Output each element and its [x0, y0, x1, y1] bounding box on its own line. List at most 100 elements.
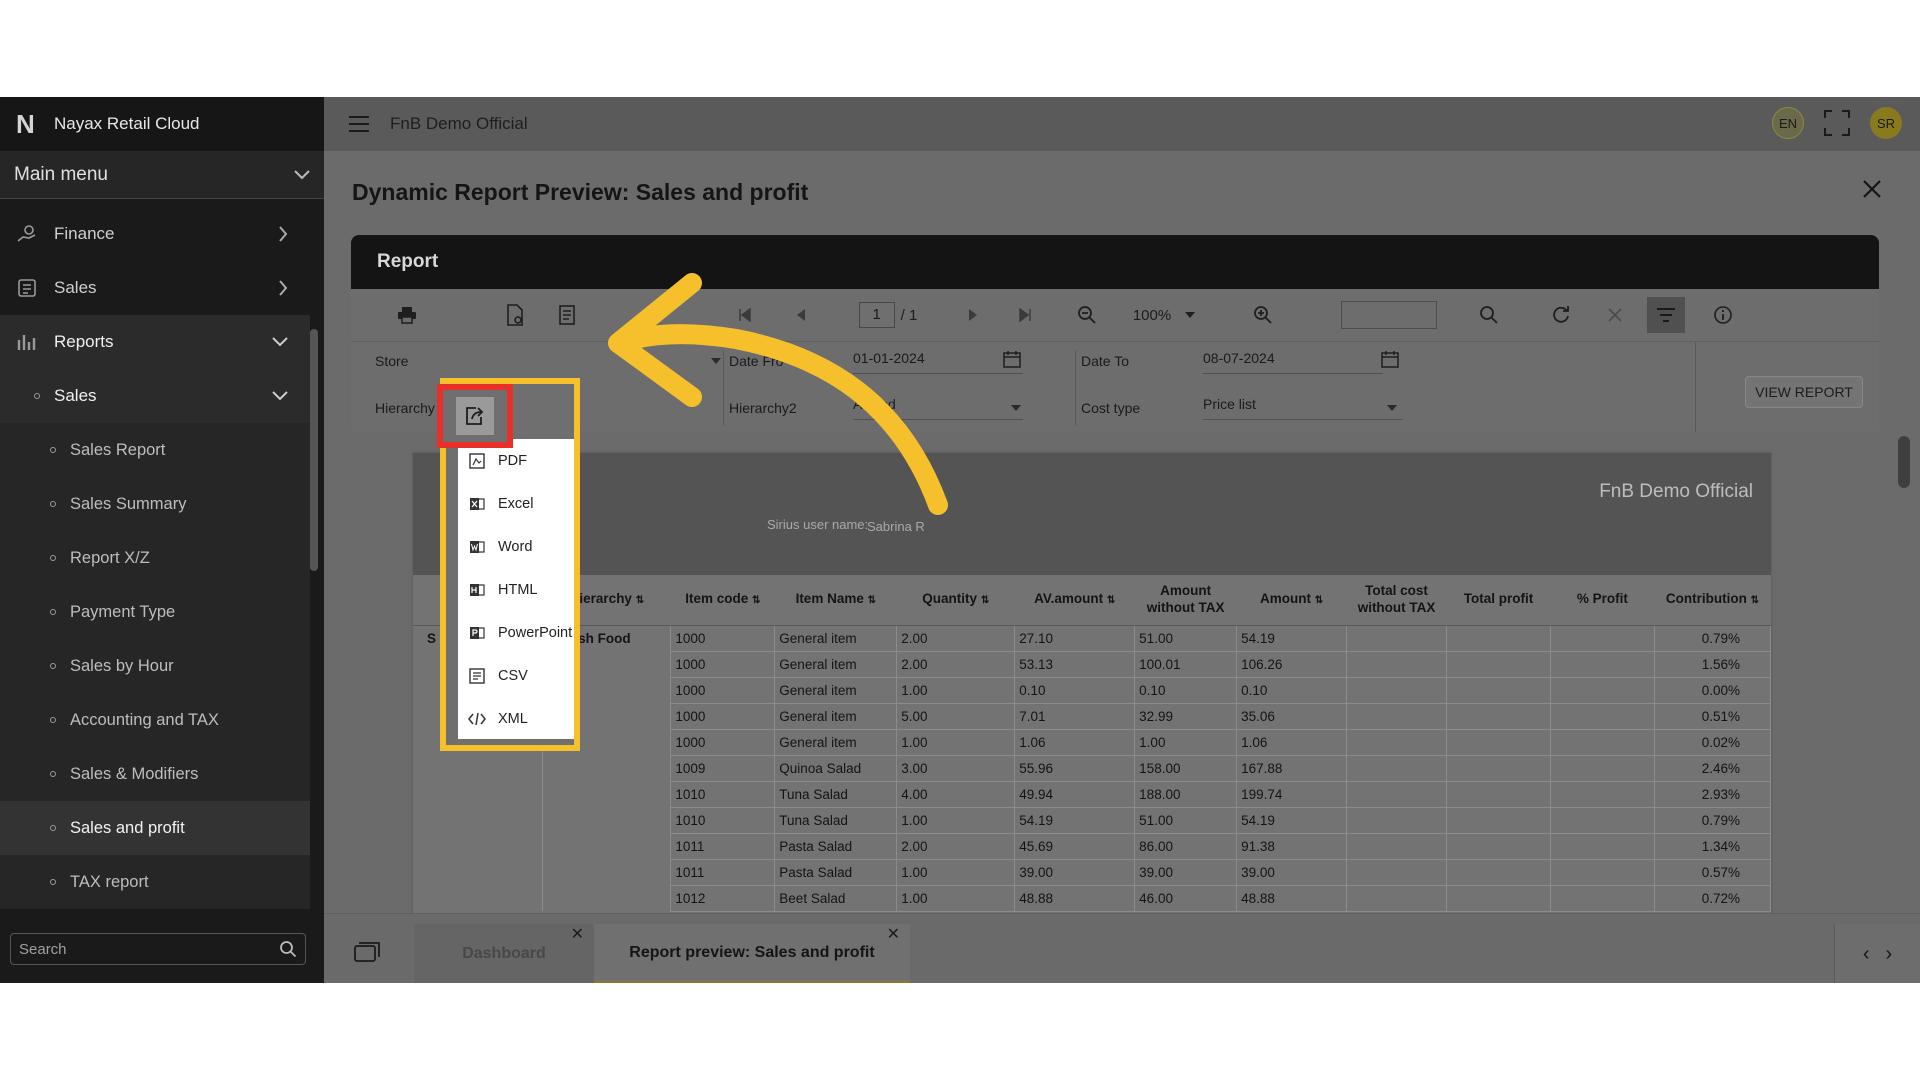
export-word[interactable]: Word — [458, 525, 574, 568]
calendar-icon[interactable] — [1381, 350, 1399, 368]
next-page-icon[interactable] — [959, 299, 987, 331]
cancel-icon[interactable] — [1601, 299, 1629, 331]
close-tab-icon[interactable]: ✕ — [571, 924, 584, 944]
report-toolbar: 1 / 1 100% — [351, 289, 1879, 341]
column-header[interactable]: Quantity ⇅ — [896, 575, 1015, 626]
table-cell: General item — [774, 625, 898, 652]
sidebar-item-finance[interactable]: Finance — [0, 207, 310, 261]
table-cell: 0.79% — [1654, 807, 1771, 834]
last-page-icon[interactable] — [1011, 299, 1039, 331]
date-from-field[interactable]: 01-01-2024 — [853, 350, 1023, 374]
filter-panel-icon[interactable] — [1647, 297, 1685, 333]
sidebar-leaf-accounting-and-tax[interactable]: Accounting and TAX — [0, 693, 310, 747]
sidebar-leaf-sales-modifiers[interactable]: Sales & Modifiers — [0, 747, 310, 801]
column-header[interactable]: Item code ⇅ — [670, 575, 775, 626]
word-icon — [468, 538, 486, 556]
table-cell — [413, 859, 544, 885]
tab-dashboard[interactable]: Dashboard ✕ — [414, 924, 594, 983]
windows-icon[interactable] — [354, 942, 380, 962]
sidebar-leaf-sales-report[interactable]: Sales Report — [0, 423, 310, 477]
column-header[interactable]: Contribution ⇅ — [1654, 575, 1771, 626]
fullscreen-icon[interactable] — [1824, 110, 1850, 136]
hamburger-menu-icon[interactable] — [348, 115, 370, 133]
bullet-icon — [50, 447, 56, 453]
table-cell — [413, 807, 544, 833]
find-icon[interactable] — [1475, 299, 1503, 331]
table-cell: General item — [774, 677, 898, 704]
cost-type-select[interactable]: Price list — [1203, 396, 1403, 420]
column-header[interactable]: Amount ⇅ — [1236, 575, 1347, 626]
table-cell: 2.46% — [1654, 755, 1771, 782]
sidebar-item-reports[interactable]: Reports — [0, 315, 310, 369]
zoom-in-icon[interactable] — [1249, 299, 1277, 331]
table-cell: 1.06 — [1236, 729, 1348, 756]
table-cell: 1009 — [670, 755, 776, 782]
column-header[interactable]: Amount without TAX — [1134, 575, 1237, 626]
user-name-label: Sirius user name: — [767, 517, 869, 532]
close-tab-icon[interactable]: ✕ — [887, 924, 900, 944]
export-xml[interactable]: XML — [458, 697, 574, 740]
table-cell: 0.10 — [1014, 677, 1136, 704]
export-button[interactable] — [437, 384, 513, 448]
zoom-out-icon[interactable] — [1073, 299, 1101, 331]
print-icon[interactable] — [391, 299, 423, 331]
zoom-select[interactable]: 100% — [1119, 299, 1209, 331]
sidebar-leaf-payment-type[interactable]: Payment Type — [0, 585, 310, 639]
date-to-field[interactable]: 08-07-2024 — [1203, 350, 1383, 374]
export-excel[interactable]: Excel — [458, 482, 574, 525]
export-powerpoint[interactable]: PowerPoint — [458, 611, 574, 654]
table-cell: General item — [774, 703, 898, 730]
sidebar-leaf-sales-by-hour[interactable]: Sales by Hour — [0, 639, 310, 693]
column-header[interactable]: % Profit — [1550, 575, 1655, 626]
main-menu-toggle[interactable]: Main menu — [0, 151, 324, 199]
page-number-input[interactable]: 1 — [858, 302, 895, 328]
column-header[interactable]: Total profit — [1446, 575, 1551, 626]
column-header[interactable]: AV.amount ⇅ — [1014, 575, 1135, 626]
calendar-icon[interactable] — [1003, 350, 1021, 368]
report-scrollbar[interactable] — [1898, 436, 1910, 488]
first-page-icon[interactable] — [731, 299, 759, 331]
document-settings-icon[interactable] — [499, 299, 531, 331]
export-menu-list: PDF Excel Word HTML PowerPoint CSV XML — [458, 439, 574, 739]
page-view-icon[interactable] — [551, 299, 583, 331]
chevron-left-icon[interactable]: ‹ — [1863, 943, 1870, 966]
close-icon[interactable] — [1862, 179, 1882, 199]
user-avatar[interactable]: SR — [1870, 107, 1902, 139]
table-cell — [1446, 859, 1551, 886]
tab-report-preview[interactable]: Report preview: Sales and profit ✕ — [594, 924, 910, 983]
search-icon[interactable] — [279, 940, 297, 958]
language-button[interactable]: EN — [1772, 107, 1804, 139]
sidebar-leaf-report-xz[interactable]: Report X/Z — [0, 531, 310, 585]
table-cell: Tuna Salad — [774, 807, 898, 834]
table-cell: 39.00 — [1134, 859, 1238, 886]
table-cell: Beet Salad — [774, 885, 898, 912]
table-cell — [1446, 651, 1551, 678]
sidebar-item-sales[interactable]: Sales — [0, 261, 310, 315]
report-page-header: FnB Demo Official Sirius user name: Sabr… — [413, 453, 1771, 575]
table-cell — [1550, 781, 1655, 808]
sidebar-scrollbar[interactable] — [310, 329, 318, 571]
sidebar-leaf-sales-and-profit[interactable]: Sales and profit — [0, 801, 310, 855]
table-cell: 1010 — [670, 781, 776, 808]
column-header[interactable]: Total cost without TAX — [1346, 575, 1447, 626]
info-icon[interactable] — [1709, 299, 1737, 331]
view-report-button[interactable]: VIEW REPORT — [1745, 376, 1863, 408]
export-csv[interactable]: CSV — [458, 654, 574, 697]
sidebar-subgroup-label: Sales — [54, 386, 97, 405]
chevron-right-icon[interactable]: › — [1886, 943, 1893, 966]
refresh-icon[interactable] — [1547, 299, 1575, 331]
hierarchy2-select[interactable]: Al cted — [853, 396, 1023, 420]
sidebar-leaf-tax-report[interactable]: TAX report — [0, 855, 310, 909]
previous-page-icon[interactable] — [787, 299, 815, 331]
sidebar-subgroup-sales[interactable]: Sales — [0, 369, 310, 423]
bullet-icon — [50, 771, 56, 777]
store-caret-down-icon[interactable] — [711, 358, 721, 364]
find-text-input[interactable] — [1341, 301, 1437, 329]
table-cell: 0.51% — [1654, 703, 1771, 730]
report-company: FnB Demo Official — [1599, 481, 1753, 502]
sidebar-leaf-sales-summary[interactable]: Sales Summary — [0, 477, 310, 531]
code-icon — [468, 710, 486, 728]
column-header[interactable]: Item Name ⇅ — [774, 575, 897, 626]
sidebar-search-input[interactable] — [19, 940, 259, 958]
export-html[interactable]: HTML — [458, 568, 574, 611]
